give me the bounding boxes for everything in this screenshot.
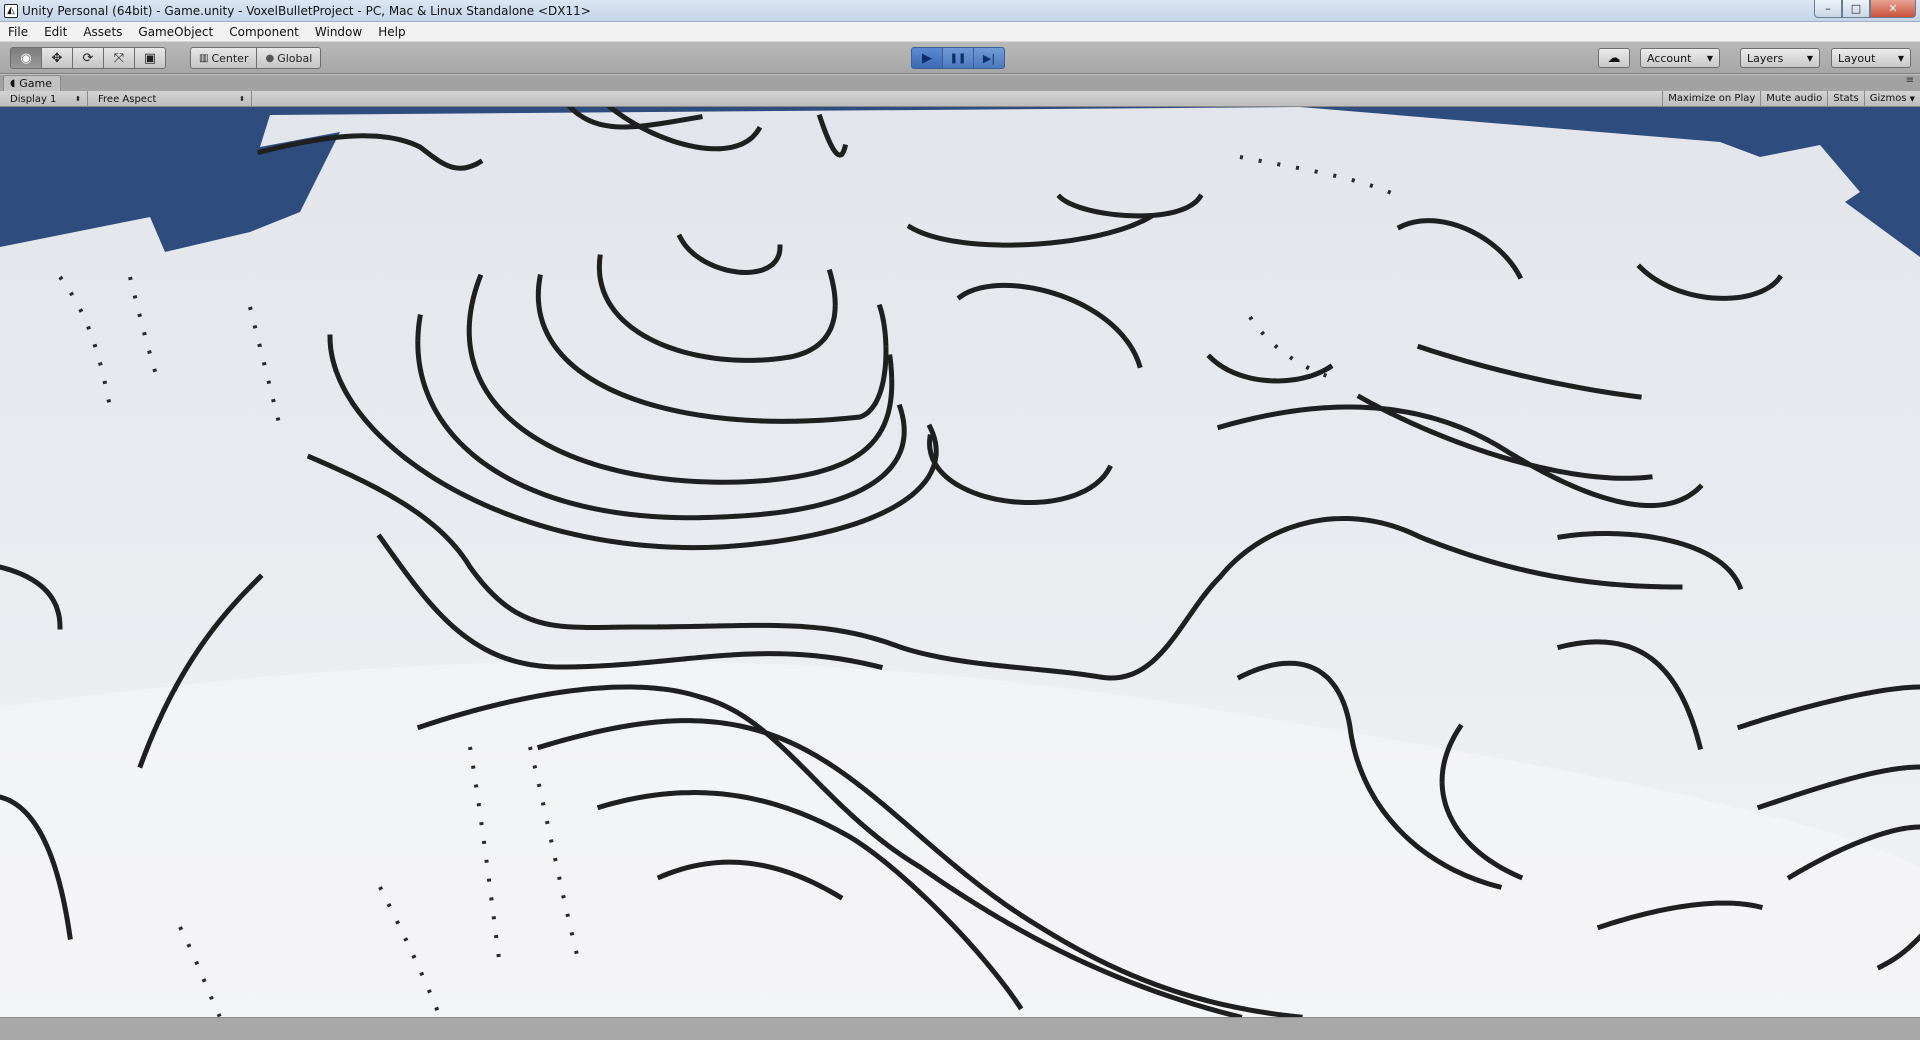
pacman-game-icon: ◖ bbox=[10, 78, 16, 89]
status-bar bbox=[0, 1017, 1920, 1040]
pivot-global-label: Global bbox=[277, 51, 313, 65]
menu-window[interactable]: Window bbox=[307, 22, 370, 42]
play-button[interactable]: ▶ bbox=[911, 47, 943, 69]
pivot-global-button[interactable]: ● Global bbox=[256, 47, 322, 69]
chevron-down-icon: ▼ bbox=[1897, 53, 1904, 63]
gizmos-toggle[interactable]: Gizmos ▼ bbox=[1863, 91, 1920, 107]
pivot-center-button[interactable]: ▥ Center bbox=[190, 47, 258, 69]
minimize-button[interactable]: – bbox=[1814, 0, 1842, 18]
layers-label: Layers bbox=[1747, 51, 1784, 65]
menu-bar: File Edit Assets GameObject Component Wi… bbox=[0, 22, 1920, 42]
stats-toggle[interactable]: Stats bbox=[1827, 91, 1864, 107]
eye-icon: ◉ bbox=[20, 50, 32, 66]
menu-gameobject[interactable]: GameObject bbox=[130, 22, 221, 42]
aspect-select[interactable]: Free Aspect ⬍ bbox=[92, 91, 252, 107]
layers-dropdown[interactable]: Layers ▼ bbox=[1740, 48, 1820, 68]
rotate-tool-button[interactable]: ⟳ bbox=[72, 47, 104, 69]
game-viewport[interactable] bbox=[0, 107, 1920, 1017]
mute-audio-toggle[interactable]: Mute audio bbox=[1760, 91, 1827, 107]
cloud-button[interactable]: ☁ bbox=[1598, 48, 1630, 68]
voxel-terrain-render bbox=[0, 107, 1920, 1017]
account-dropdown[interactable]: Account ▼ bbox=[1640, 48, 1720, 68]
scale-icon: ⤧ bbox=[113, 50, 125, 66]
close-button[interactable]: ✕ bbox=[1870, 0, 1916, 18]
move-icon: ✥ bbox=[51, 50, 63, 66]
panel-tab-bar: ◖ Game ≡ bbox=[0, 75, 1920, 91]
pause-icon: ❚❚ bbox=[949, 52, 967, 64]
menu-component[interactable]: Component bbox=[221, 22, 307, 42]
global-pivot-icon: ● bbox=[265, 52, 275, 64]
account-label: Account bbox=[1647, 51, 1692, 65]
chevron-down-icon: ▼ bbox=[1806, 53, 1813, 63]
scale-tool-button[interactable]: ⤧ bbox=[103, 47, 135, 69]
chevron-down-icon: ▼ bbox=[1706, 53, 1713, 63]
game-view-controls: Display 1 ⬍ Free Aspect ⬍ Maximize on Play… bbox=[0, 91, 1920, 107]
chevron-updown-icon: ⬍ bbox=[75, 95, 81, 103]
view-tool-button[interactable]: ◉ bbox=[10, 47, 42, 69]
pivot-center-label: Center bbox=[211, 51, 249, 65]
step-button[interactable]: ▶| bbox=[973, 47, 1005, 69]
transform-tools: ◉ ✥ ⟳ ⤧ ▣ bbox=[10, 47, 166, 69]
layout-label: Layout bbox=[1838, 51, 1876, 65]
tab-game[interactable]: ◖ Game bbox=[3, 75, 62, 91]
menu-file[interactable]: File bbox=[0, 22, 36, 42]
playback-controls: ▶ ❚❚ ▶| bbox=[911, 47, 1005, 69]
rect-icon: ▣ bbox=[143, 50, 157, 66]
window-title: Unity Personal (64bit) - Game.unity - Vo… bbox=[22, 3, 591, 18]
chevron-updown-icon: ⬍ bbox=[239, 95, 245, 103]
menu-help[interactable]: Help bbox=[370, 22, 413, 42]
pause-button[interactable]: ❚❚ bbox=[942, 47, 974, 69]
gizmos-label: Gizmos bbox=[1869, 93, 1907, 104]
window-title-bar: ◭ Unity Personal (64bit) - Game.unity - … bbox=[0, 0, 1920, 22]
game-view-toggles: Maximize on Play Mute audio Stats Gizmos… bbox=[1662, 91, 1920, 107]
aspect-label: Free Aspect bbox=[98, 93, 157, 105]
center-pivot-icon: ▥ bbox=[199, 52, 209, 64]
maximize-button[interactable]: □ bbox=[1842, 0, 1870, 18]
main-toolbar: ◉ ✥ ⟳ ⤧ ▣ ▥ Center ● Global ▶ ❚❚ ▶| ☁ Ac… bbox=[0, 42, 1920, 74]
rotate-icon: ⟳ bbox=[82, 50, 94, 66]
display-select[interactable]: Display 1 ⬍ bbox=[4, 91, 88, 107]
display-label: Display 1 bbox=[10, 93, 57, 105]
play-icon: ▶ bbox=[922, 50, 932, 66]
chevron-down-icon: ▼ bbox=[1909, 95, 1915, 103]
menu-assets[interactable]: Assets bbox=[75, 22, 130, 42]
menu-edit[interactable]: Edit bbox=[36, 22, 75, 42]
tab-game-label: Game bbox=[19, 77, 53, 90]
panel-menu-icon[interactable]: ≡ bbox=[1906, 75, 1914, 86]
rect-tool-button[interactable]: ▣ bbox=[134, 47, 166, 69]
move-tool-button[interactable]: ✥ bbox=[41, 47, 73, 69]
window-controls: – □ ✕ bbox=[1814, 0, 1916, 18]
cloud-icon: ☁ bbox=[1607, 50, 1621, 66]
layout-dropdown[interactable]: Layout ▼ bbox=[1831, 48, 1911, 68]
step-icon: ▶| bbox=[982, 51, 996, 65]
maximize-on-play-toggle[interactable]: Maximize on Play bbox=[1662, 91, 1760, 107]
unity-logo-icon: ◭ bbox=[4, 3, 18, 18]
pivot-toggles: ▥ Center ● Global bbox=[190, 47, 322, 69]
